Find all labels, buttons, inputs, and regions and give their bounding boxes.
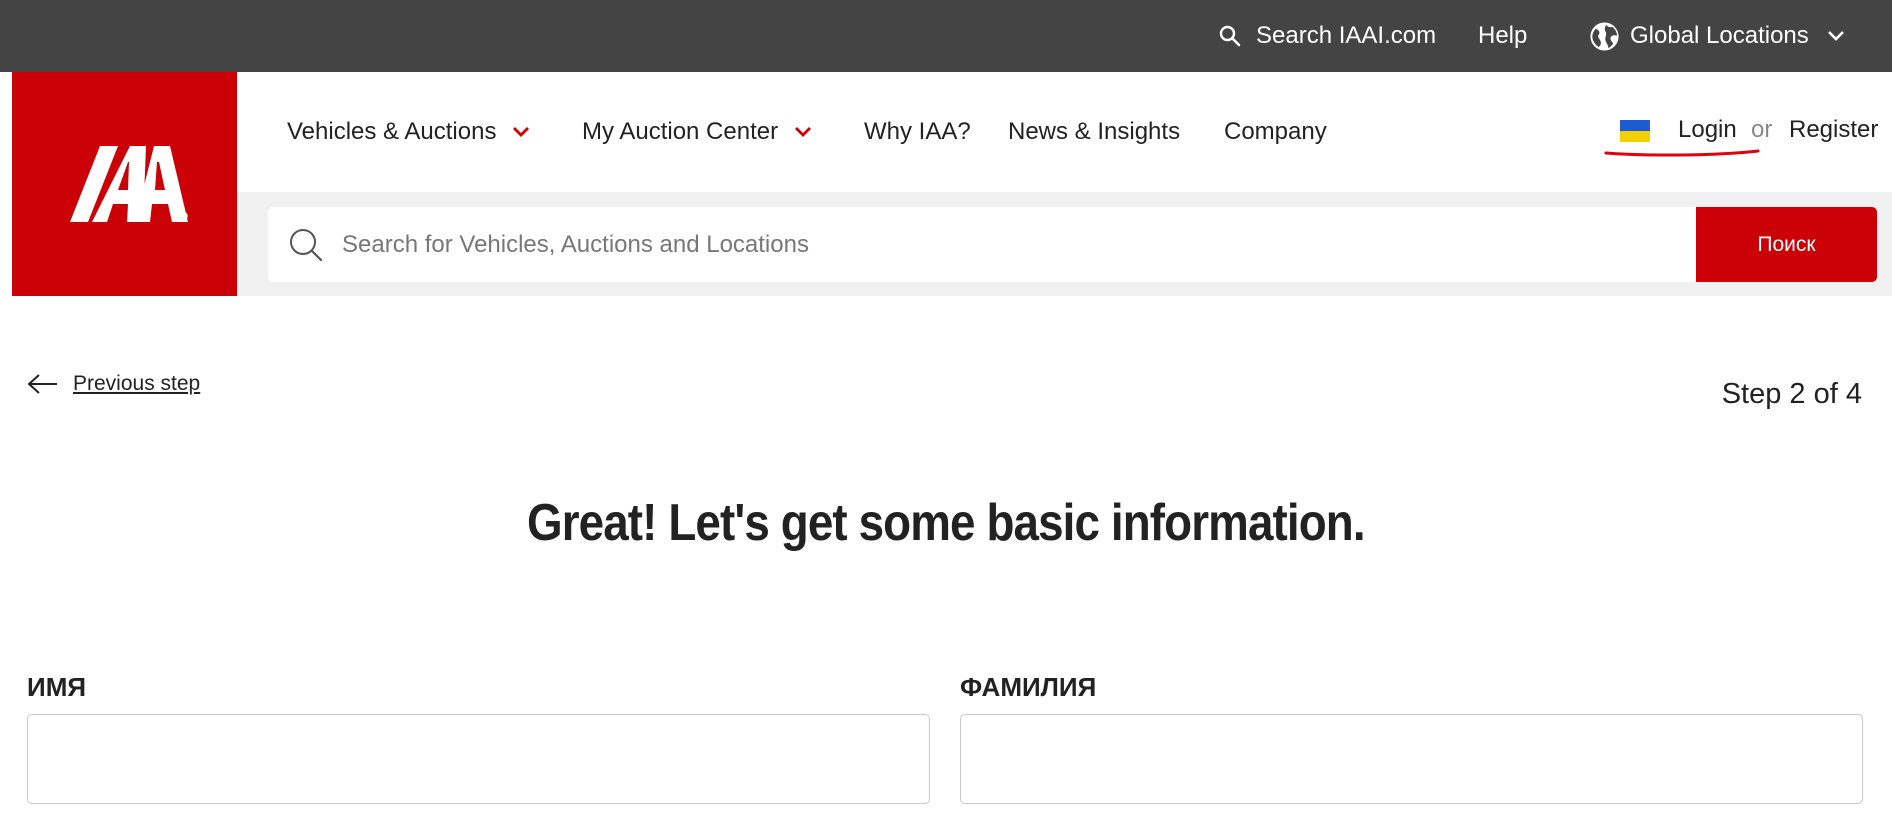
first-name-label: ИМЯ — [27, 672, 87, 702]
nav-item-label: Why IAA? — [864, 118, 971, 145]
last-name-label: ФАМИЛИЯ — [960, 672, 1097, 702]
chevron-down-icon — [795, 127, 812, 137]
nav-item-label: My Auction Center — [582, 118, 779, 145]
globe-icon — [1590, 21, 1619, 51]
nav-why-iaa[interactable]: Why IAA? — [864, 72, 971, 192]
nav-company[interactable]: Company — [1224, 72, 1327, 192]
svg-text:R: R — [182, 215, 187, 221]
chevron-down-icon — [513, 127, 530, 137]
help-link[interactable]: Help — [1478, 0, 1527, 72]
first-name-field[interactable] — [27, 714, 930, 804]
chevron-down-icon — [1827, 31, 1844, 41]
global-locations-dropdown[interactable]: Global Locations — [1589, 0, 1845, 72]
site-search-link[interactable]: Search IAAI.com — [1218, 0, 1436, 72]
vehicle-search-box — [268, 207, 1696, 282]
site-search-label: Search IAAI.com — [1256, 22, 1437, 49]
vehicle-search-input[interactable] — [342, 207, 1682, 282]
ukraine-flag-icon[interactable] — [1620, 120, 1650, 142]
nav-item-label: Company — [1224, 118, 1327, 145]
help-label: Help — [1478, 22, 1528, 49]
nav-item-label: News & Insights — [1008, 118, 1181, 145]
arrow-left-icon — [27, 374, 57, 394]
nav-news-insights[interactable]: News & Insights — [1008, 72, 1180, 192]
or-separator: or — [1751, 116, 1773, 143]
last-name-field[interactable] — [960, 714, 1863, 804]
iaa-logo[interactable]: R — [12, 72, 237, 296]
search-submit-button[interactable]: Поиск — [1696, 207, 1877, 282]
nav-vehicles-auctions[interactable]: Vehicles & Auctions — [287, 72, 530, 192]
global-locations-label: Global Locations — [1630, 22, 1809, 49]
search-icon — [1219, 25, 1241, 47]
login-link[interactable]: Login — [1678, 116, 1737, 144]
step-indicator: Step 2 of 4 — [1721, 378, 1862, 410]
register-link[interactable]: Register — [1789, 116, 1878, 144]
iaa-logo-mark: R — [70, 146, 188, 222]
nav-item-label: Vehicles & Auctions — [287, 118, 497, 145]
search-icon — [290, 229, 323, 262]
previous-step-label: Previous step — [73, 372, 201, 395]
page-title: Great! Let's get some basic information. — [527, 494, 1366, 552]
login-underline-annotation — [1604, 149, 1760, 157]
previous-step-link[interactable]: Previous step — [27, 372, 200, 396]
nav-my-auction-center[interactable]: My Auction Center — [582, 72, 812, 192]
utility-bar: Search IAAI.com Help Global Locations — [0, 0, 1892, 72]
